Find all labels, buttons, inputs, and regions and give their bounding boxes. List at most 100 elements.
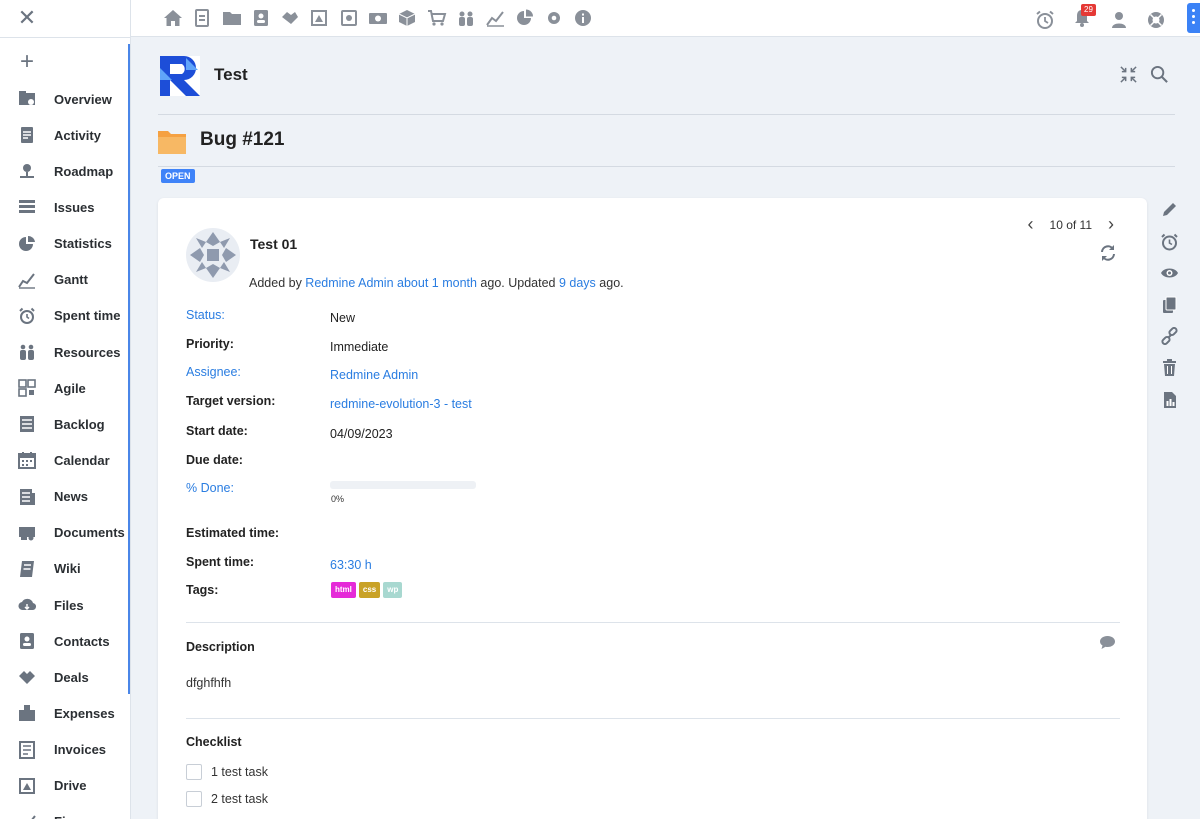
done-progress-bar bbox=[330, 481, 476, 489]
tag-html[interactable]: html bbox=[331, 582, 356, 598]
done-label[interactable]: % Done: bbox=[186, 481, 234, 495]
pdf-export-icon[interactable] bbox=[1160, 391, 1179, 409]
sidebar-item-deals[interactable]: Deals bbox=[0, 659, 128, 695]
help-lifebuoy-icon[interactable] bbox=[1146, 10, 1166, 30]
cash-icon[interactable] bbox=[368, 9, 388, 27]
sidebar-divider bbox=[0, 37, 130, 38]
sidebar-item-label: Files bbox=[54, 597, 84, 613]
sidebar-item-roadmap[interactable]: Roadmap bbox=[0, 153, 128, 189]
cart-icon[interactable] bbox=[427, 9, 447, 27]
sidebar-item-spent-time[interactable]: Spent time bbox=[0, 298, 128, 334]
sidebar-menu: Overview Activity Roadmap Issues Statistics G… bbox=[0, 81, 128, 819]
spent-time-link[interactable]: 63:30 h bbox=[330, 558, 372, 572]
sidebar-item-label: Calendar bbox=[54, 452, 110, 468]
home-icon[interactable] bbox=[163, 9, 183, 27]
alarm-clock-icon[interactable] bbox=[1160, 233, 1179, 251]
drive-icon[interactable] bbox=[309, 9, 329, 27]
target-version-link[interactable]: redmine-evolution-3 - test bbox=[330, 397, 472, 411]
sidebar-item-finance[interactable]: Finance bbox=[0, 804, 128, 819]
roadmap-icon bbox=[20, 164, 34, 179]
wiki-icon bbox=[20, 560, 34, 577]
refresh-icon[interactable] bbox=[1099, 244, 1117, 262]
handshake-icon[interactable] bbox=[280, 9, 300, 27]
description-title: Description bbox=[186, 640, 255, 654]
sidebar-item-resources[interactable]: Resources bbox=[0, 334, 128, 370]
author-link[interactable]: Redmine Admin bbox=[305, 276, 393, 290]
sidebar-item-files[interactable]: Files bbox=[0, 587, 128, 623]
sidebar-item-label: Overview bbox=[54, 91, 112, 107]
notifications[interactable]: 29 bbox=[1072, 4, 1096, 31]
updated-link[interactable]: 9 days bbox=[559, 276, 596, 290]
pie-chart-icon[interactable] bbox=[515, 9, 535, 27]
status-label[interactable]: Status: bbox=[186, 308, 225, 322]
tag-wp[interactable]: wp bbox=[383, 582, 403, 598]
sidebar-item-issues[interactable]: Issues bbox=[0, 189, 128, 225]
sidebar-item-overview[interactable]: Overview bbox=[0, 81, 128, 117]
resources-icon bbox=[20, 344, 34, 361]
sidebar-item-contacts[interactable]: Contacts bbox=[0, 623, 128, 659]
assignee-link[interactable]: Redmine Admin bbox=[330, 368, 418, 382]
drive-icon bbox=[19, 777, 35, 794]
assignee-label[interactable]: Assignee: bbox=[186, 365, 241, 379]
resources-icon[interactable] bbox=[456, 9, 476, 27]
next-issue-button[interactable]: › bbox=[1108, 214, 1114, 235]
gear-icon[interactable] bbox=[544, 9, 564, 27]
sidebar-item-calendar[interactable]: Calendar bbox=[0, 442, 128, 478]
checklist-item-label: 2 test task bbox=[211, 792, 268, 806]
previous-issue-button[interactable]: ‹ bbox=[1028, 214, 1034, 235]
sidebar-item-backlog[interactable]: Backlog bbox=[0, 406, 128, 442]
priority-label: Priority: bbox=[186, 337, 234, 351]
sidebar-item-statistics[interactable]: Statistics bbox=[0, 226, 128, 262]
sidebar-item-drive[interactable]: Drive bbox=[0, 768, 128, 804]
sidebar-item-label: Activity bbox=[54, 127, 101, 143]
checklist-checkbox[interactable] bbox=[186, 764, 202, 780]
box-icon[interactable] bbox=[397, 9, 417, 27]
info-icon[interactable] bbox=[573, 9, 593, 27]
more-menu-button[interactable] bbox=[1187, 3, 1200, 33]
sidebar-item-expenses[interactable]: Expenses bbox=[0, 695, 128, 731]
sidebar-item-label: Contacts bbox=[54, 633, 110, 649]
comment-icon[interactable] bbox=[1099, 635, 1116, 650]
backlog-icon bbox=[20, 416, 34, 433]
sidebar-item-label: Deals bbox=[54, 669, 89, 685]
link-icon[interactable] bbox=[1160, 327, 1179, 346]
trash-icon[interactable] bbox=[1160, 358, 1179, 377]
sidebar-item-documents[interactable]: Documents bbox=[0, 515, 128, 551]
alarm-clock-icon[interactable] bbox=[1035, 10, 1055, 30]
contact-card-icon[interactable] bbox=[251, 9, 271, 27]
sidebar-item-gantt[interactable]: Gantt bbox=[0, 262, 128, 298]
estimated-time-label: Estimated time: bbox=[186, 526, 280, 540]
close-icon[interactable]: ✕ bbox=[17, 7, 37, 29]
sidebar-item-invoices[interactable]: Invoices bbox=[0, 732, 128, 768]
tag-css[interactable]: css bbox=[358, 582, 381, 598]
add-icon[interactable]: + bbox=[17, 50, 37, 74]
calendar-icon bbox=[18, 452, 36, 470]
sidebar-item-activity[interactable]: Activity bbox=[0, 117, 128, 153]
collapse-icon[interactable] bbox=[1119, 65, 1138, 84]
sidebar-item-agile[interactable]: Agile bbox=[0, 370, 128, 406]
folder-icon[interactable] bbox=[222, 9, 242, 27]
chart-line-icon[interactable] bbox=[485, 9, 505, 27]
sidebar-item-label: Drive bbox=[54, 778, 87, 794]
issue-actions bbox=[1160, 201, 1179, 409]
user-icon[interactable] bbox=[1109, 10, 1129, 30]
spent-time-label: Spent time: bbox=[186, 555, 255, 569]
start-date-label: Start date: bbox=[186, 424, 248, 438]
project-logo bbox=[160, 56, 200, 96]
watch-eye-icon[interactable] bbox=[1160, 264, 1179, 282]
copy-icon[interactable] bbox=[1160, 296, 1179, 314]
description-text: dfghfhfh bbox=[186, 676, 232, 690]
sidebar-item-wiki[interactable]: Wiki bbox=[0, 551, 128, 587]
money-icon[interactable] bbox=[339, 9, 359, 27]
edit-pencil-icon[interactable] bbox=[1160, 201, 1179, 219]
author-avatar bbox=[186, 228, 240, 282]
sidebar-scroll-accent bbox=[128, 44, 130, 694]
created-link[interactable]: about 1 month bbox=[397, 276, 477, 290]
sidebar-item-news[interactable]: News bbox=[0, 479, 128, 515]
project-title: Test bbox=[214, 65, 248, 84]
sidebar-item-label: Statistics bbox=[54, 236, 112, 252]
sidebar-item-label: Invoices bbox=[54, 742, 107, 758]
document-icon[interactable] bbox=[192, 9, 212, 27]
search-icon[interactable] bbox=[1150, 65, 1169, 84]
checklist-checkbox[interactable] bbox=[186, 791, 202, 807]
